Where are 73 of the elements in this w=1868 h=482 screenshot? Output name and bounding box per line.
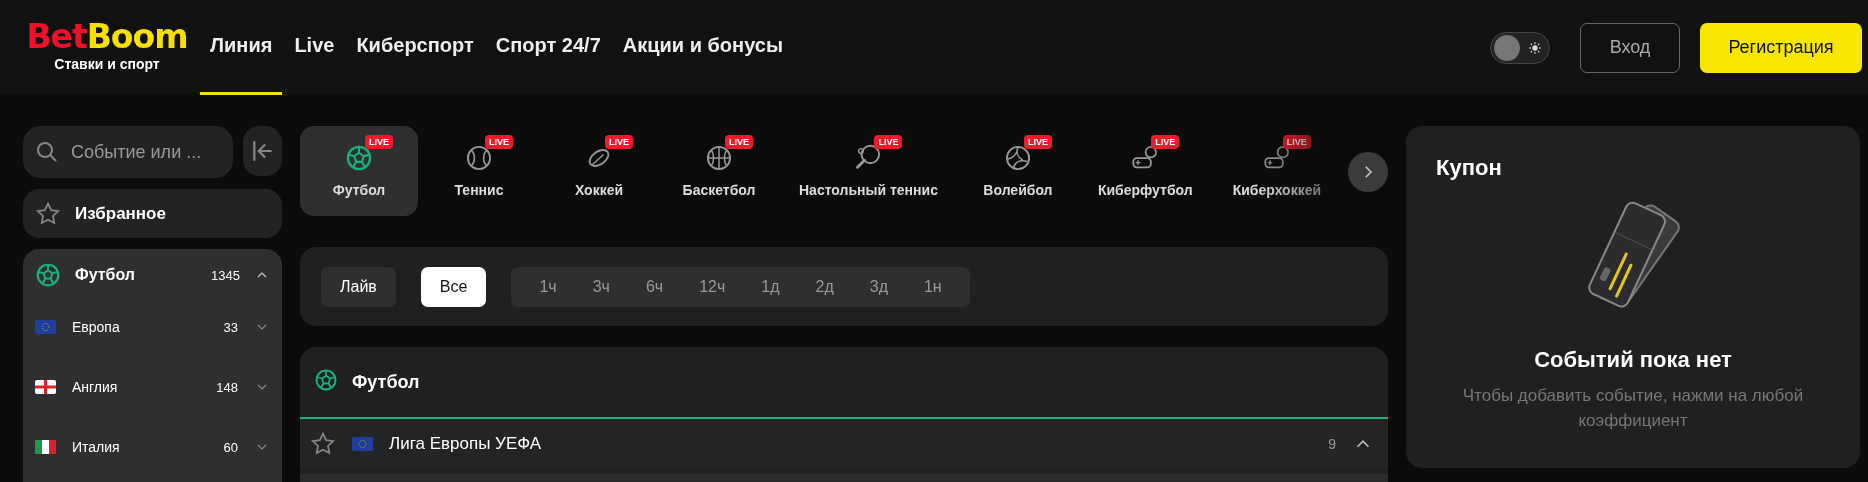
period-button[interactable]: 3д [851,266,906,307]
event-count: 9 [1328,436,1336,452]
country-name: Англия [72,379,119,395]
nav-link[interactable]: Акции и бонусы [622,3,783,95]
search-field[interactable]: Событие или ... [71,132,221,172]
live-badge: LIVE [365,135,393,149]
country-name: Италия [72,439,121,455]
england-flag-icon [35,380,56,394]
sport-tab[interactable]: LIVE Хоккей [540,126,658,216]
period-button[interactable]: 12ч [681,266,744,307]
volleyball-icon [1003,144,1032,172]
basketball-icon [705,144,733,172]
nav-link[interactable]: Спорт 24/7 [495,3,601,95]
search-field[interactable]: Событие или ... [23,126,233,178]
section-title: Футбол [352,371,420,393]
register-button[interactable]: Регистрация [1700,22,1862,73]
country-item[interactable]: Европа 33 [35,297,270,357]
filter-button[interactable]: Лайв [321,266,396,307]
star-icon [35,200,61,227]
collapse-sidebar-button[interactable] [243,126,282,176]
league-name: Лига Европы УЕФА [389,434,543,454]
sun-icon [1527,39,1543,56]
italy-flag-icon [35,440,56,454]
paddle-icon [854,144,883,172]
eu-flag-icon [352,437,373,451]
country-name: Европа [72,319,121,335]
live-badge: LIVE [874,135,903,149]
event-count: 148 [216,379,238,395]
sport-tab[interactable]: LIVE Киберфутбол [1078,126,1212,216]
eu-flag-icon [35,320,56,334]
star-icon [310,431,336,457]
period-button[interactable]: 1н [905,266,960,307]
nav-link[interactable]: Линия [200,3,283,95]
sport-tab[interactable]: LIVE Волейбол [958,126,1077,216]
sport-item[interactable]: Футбол 1345 [35,253,270,297]
empty-title: Событий пока нет [1534,347,1732,373]
betboom-logo[interactable]: BetBoom Ставки и спорт [22,17,192,72]
live-badge: LIVE [1282,135,1311,149]
live-badge: LIVE [1151,135,1180,149]
sport-name: Футбол [75,266,136,284]
league-row[interactable]: Лига Европы УЕФА 9 [300,419,1388,469]
search-icon [35,140,59,164]
event-count: 1345 [211,267,240,283]
period-button[interactable]: 1д [743,266,798,307]
login-button[interactable]: Вход [1580,22,1680,73]
period-button[interactable]: 3ч [574,266,628,307]
live-badge: LIVE [725,135,753,149]
nav-link[interactable]: Киберспорт [356,3,474,95]
period-button[interactable]: 1ч [521,266,575,307]
football-icon [345,144,373,172]
country-item[interactable]: Англия 148 [35,357,270,417]
theme-toggle[interactable] [1490,31,1550,64]
football-icon [35,262,61,288]
event-count: 60 [223,439,238,455]
empty-hint: Чтобы добавить событие, нажми на любой коэффициент [1461,385,1805,432]
sport-tab[interactable]: LIVE Футбол [300,126,418,216]
filter-button[interactable]: Все [420,266,487,307]
nav-link[interactable]: Live [294,3,335,95]
tennis-ball-icon [465,144,493,172]
live-badge: LIVE [1023,135,1052,149]
football-icon [314,368,338,392]
live-badge: LIVE [605,135,633,149]
sport-tab[interactable]: LIVE Теннис [420,126,538,216]
period-button[interactable]: 6ч [627,266,682,307]
sport-tab[interactable]: LIVE Настольный теннис [780,126,957,216]
event-count: 33 [223,319,238,335]
country-item[interactable]: Италия 60 [35,417,270,477]
favorites-item[interactable]: Избранное [23,189,282,238]
coupon-title: Купон [1436,155,1502,181]
period-button[interactable]: 2д [797,266,852,307]
sport-tab[interactable]: LIVE Киберхоккей [1213,126,1341,216]
live-badge: LIVE [485,135,513,149]
sport-tab[interactable]: LIVE Баскетбол [660,126,778,216]
